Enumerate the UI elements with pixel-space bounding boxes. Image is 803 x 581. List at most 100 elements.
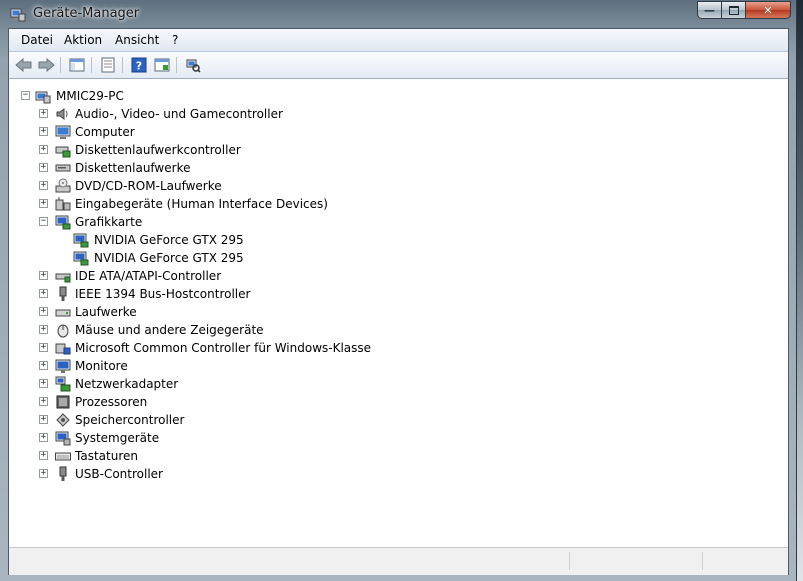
back-icon	[15, 57, 32, 73]
help-button[interactable]: ?	[129, 55, 149, 75]
tree-expander[interactable]: +	[39, 415, 48, 424]
forward-icon	[38, 57, 55, 73]
display-adapter-icon	[73, 233, 89, 248]
toolbar: ?	[9, 52, 788, 79]
firewire-icon	[59, 286, 67, 301]
tree-category-keyboard[interactable]: Tastaturen	[75, 449, 138, 463]
computer-icon	[55, 125, 71, 139]
forward-button[interactable]	[36, 55, 56, 75]
status-bar	[9, 547, 788, 575]
tree-expander[interactable]: +	[39, 145, 48, 154]
monitor-icon	[55, 359, 71, 373]
tree-expander[interactable]: +	[39, 361, 48, 370]
back-button[interactable]	[14, 55, 34, 75]
usb-icon	[59, 466, 67, 481]
display-adapter-icon	[55, 215, 71, 230]
mouse-icon	[57, 324, 69, 338]
properties-button[interactable]	[98, 55, 118, 75]
tree-expander[interactable]: +	[39, 127, 48, 136]
menu-help[interactable]: ?	[172, 33, 178, 47]
tree-category-controller[interactable]: Microsoft Common Controller für Windows-…	[75, 341, 371, 355]
network-adapter-icon	[55, 376, 71, 392]
processor-icon	[56, 395, 70, 409]
device-manager-icon	[10, 8, 26, 22]
tree-category-ide-controller[interactable]: IDE ATA/ATAPI-Controller	[75, 269, 221, 283]
tree-category-usb[interactable]: USB-Controller	[75, 467, 163, 481]
tree-root-label[interactable]: MMIC29-PC	[56, 89, 124, 103]
properties-icon	[101, 57, 115, 73]
tree-expander[interactable]: +	[39, 343, 48, 352]
minimize-button[interactable]: —	[697, 1, 722, 19]
tree-expander[interactable]: +	[39, 289, 48, 298]
maximize-button[interactable]	[722, 1, 746, 19]
floppy-drive-icon	[55, 164, 71, 172]
minimize-icon: —	[704, 3, 715, 17]
close-icon: ✕	[763, 3, 773, 17]
floppy-controller-icon	[55, 146, 71, 158]
ide-controller-icon	[55, 273, 71, 283]
tree-expander[interactable]: +	[39, 433, 48, 442]
keyboard-icon	[55, 452, 71, 461]
tree-category-speaker[interactable]: Audio-, Video- und Gamecontroller	[75, 107, 283, 121]
tree-category-hid[interactable]: Eingabegeräte (Human Interface Devices)	[75, 197, 328, 211]
help-icon: ?	[131, 57, 147, 73]
device-tree: − MMIC29-PC + Audio-, Video- und Gamecontro…	[9, 79, 788, 547]
status-panel	[569, 552, 700, 570]
scan-hardware-changes-button[interactable]	[183, 55, 203, 75]
tree-expander[interactable]: +	[39, 181, 48, 190]
menu-bar: Datei Aktion Ansicht ?	[9, 29, 788, 52]
tree-device-item[interactable]: NVIDIA GeForce GTX 295	[94, 251, 244, 265]
tree-category-firewire[interactable]: IEEE 1394 Bus-Hostcontroller	[75, 287, 250, 301]
tree-category-system-devices[interactable]: Systemgeräte	[75, 431, 159, 445]
tree-expander[interactable]: +	[39, 325, 48, 334]
tree-category-storage-controller[interactable]: Speichercontroller	[75, 413, 184, 427]
tree-expander[interactable]: +	[39, 163, 48, 172]
speaker-icon	[56, 108, 68, 120]
tree-expander[interactable]: +	[39, 397, 48, 406]
tree-category-network-adapter[interactable]: Netzwerkadapter	[75, 377, 178, 391]
tree-category-monitor[interactable]: Monitore	[75, 359, 128, 373]
system-devices-icon	[55, 431, 71, 446]
display-adapter-icon	[73, 251, 89, 266]
tree-expander[interactable]: +	[39, 307, 48, 316]
tree-category-display-adapter[interactable]: Grafikkarte	[75, 215, 142, 229]
root-computer-icon	[35, 91, 51, 104]
tree-expander[interactable]: +	[39, 271, 48, 280]
controller-icon	[55, 343, 71, 355]
root-collapse-toggle[interactable]: −	[21, 91, 30, 100]
tree-category-floppy-controller[interactable]: Diskettenlaufwerkcontroller	[75, 143, 241, 157]
tree-category-mouse[interactable]: Mäuse und andere Zeigegeräte	[75, 323, 264, 337]
tree-category-floppy-drive[interactable]: Diskettenlaufwerke	[75, 161, 190, 175]
tree-category-dvd-drive[interactable]: DVD/CD-ROM-Laufwerke	[75, 179, 222, 193]
hid-icon	[55, 197, 71, 211]
dvd-drive-icon	[55, 178, 71, 193]
close-button[interactable]: ✕	[746, 1, 791, 19]
status-panel	[702, 552, 787, 570]
device-manager-window: Geräte-Manager — ✕ Datei Aktion Ansicht …	[0, 0, 797, 581]
tree-expander[interactable]: +	[39, 199, 48, 208]
tree-category-disk-drive[interactable]: Laufwerke	[75, 305, 137, 319]
scan-hardware-changes-icon	[186, 59, 201, 73]
tree-device-item[interactable]: NVIDIA GeForce GTX 295	[94, 233, 244, 247]
menu-aktion[interactable]: Aktion	[64, 33, 102, 47]
tree-category-processor[interactable]: Prozessoren	[75, 395, 147, 409]
tree-expander[interactable]: −	[39, 217, 48, 226]
svg-text:?: ?	[136, 60, 142, 73]
show-hide-console-tree-button[interactable]	[67, 55, 87, 75]
show-hide-console-tree-icon	[69, 58, 85, 72]
disk-drive-icon	[55, 309, 71, 317]
update-driver-icon	[154, 58, 170, 72]
storage-controller-icon	[56, 413, 70, 427]
tree-category-computer[interactable]: Computer	[75, 125, 135, 139]
tree-expander[interactable]: +	[39, 451, 48, 460]
tree-expander[interactable]: +	[39, 109, 48, 118]
client-area: Datei Aktion Ansicht ? ? − MMIC29-PC + A…	[8, 28, 789, 575]
menu-datei[interactable]: Datei	[21, 33, 53, 47]
window-title: Geräte-Manager	[33, 6, 140, 21]
tree-expander[interactable]: +	[39, 469, 48, 478]
menu-ansicht[interactable]: Ansicht	[115, 33, 159, 47]
tree-expander[interactable]: +	[39, 379, 48, 388]
update-driver-button[interactable]	[152, 55, 172, 75]
maximize-icon	[728, 5, 739, 15]
title-bar[interactable]: Geräte-Manager — ✕	[0, 0, 797, 28]
